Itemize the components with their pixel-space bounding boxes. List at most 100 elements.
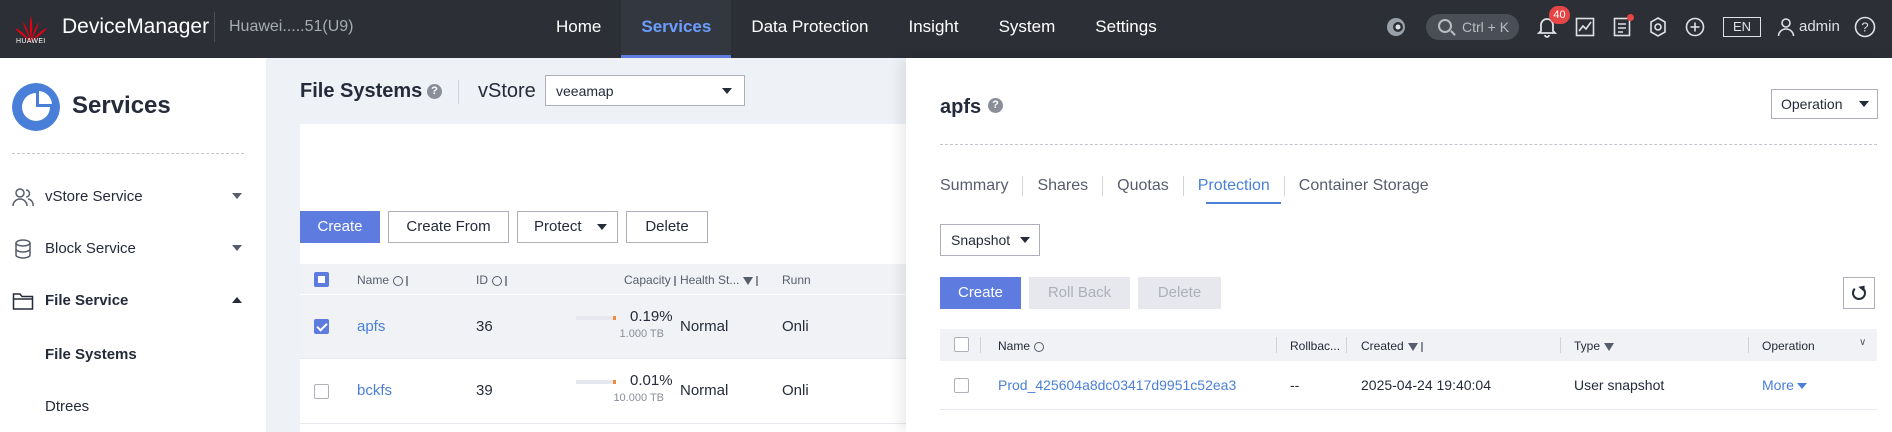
column-capacity[interactable]: Capacity: [624, 273, 684, 287]
language-switch[interactable]: EN: [1723, 17, 1761, 37]
file-system-detail-drawer: apfs ? Operation Summary Shares Quotas P…: [906, 58, 1892, 432]
column-label: Name: [357, 273, 390, 287]
active-tab-indicator: [1206, 202, 1281, 204]
page-header: File Systems ? vStore veeamap: [266, 58, 906, 122]
monitor-chart-icon[interactable]: [1572, 14, 1598, 40]
sidebar-item-vstore-service[interactable]: vStore Service: [0, 177, 266, 217]
nav-services[interactable]: Services: [621, 0, 732, 58]
rollback-button[interactable]: Roll Back: [1029, 277, 1130, 309]
add-circle-icon[interactable]: [1682, 14, 1708, 40]
snapshot-type: User snapshot: [1574, 377, 1665, 393]
delete-snapshot-button[interactable]: Delete: [1138, 277, 1221, 309]
sidebar-subitem-dtrees[interactable]: Dtrees: [45, 398, 89, 415]
refresh-button[interactable]: [1843, 277, 1875, 309]
file-system-name-link[interactable]: bckfs: [357, 382, 392, 399]
svg-text:?: ?: [1861, 20, 1868, 35]
snapshot-rollback-status: --: [1290, 377, 1300, 393]
column-running[interactable]: Runn: [782, 273, 811, 287]
search-icon[interactable]: [393, 275, 404, 286]
help-icon[interactable]: ?: [988, 98, 1003, 113]
protection-type-select[interactable]: Snapshot: [940, 224, 1040, 256]
column-name[interactable]: Name: [998, 339, 1045, 353]
search-icon[interactable]: [492, 275, 502, 286]
sidebar-item-label: vStore Service: [45, 188, 143, 205]
divider: [214, 12, 215, 42]
tab-protection[interactable]: Protection: [1184, 176, 1285, 196]
filter-icon[interactable]: [1604, 342, 1615, 351]
capacity-usage-bar: [576, 316, 616, 320]
column-health[interactable]: Health St...: [680, 273, 766, 287]
sidebar-item-file-service[interactable]: File Service: [0, 281, 266, 321]
chevron-up-icon: [232, 297, 242, 303]
sidebar-item-label: Block Service: [45, 240, 136, 257]
assistant-icon[interactable]: [1383, 14, 1409, 40]
filter-icon[interactable]: [1407, 342, 1418, 351]
help-icon[interactable]: ?: [427, 84, 442, 99]
table-row[interactable]: Prod_425604a8dc03417d9951c52ea3 -- 2025-…: [940, 362, 1877, 410]
search-icon[interactable]: [1034, 341, 1045, 352]
protect-button[interactable]: Protect: [517, 211, 618, 243]
nav-data-protection[interactable]: Data Protection: [731, 0, 888, 58]
table-row[interactable]: bckfs 39 0.01% 10.000 TB Normal Onli: [300, 360, 906, 424]
chevron-down-icon: [232, 193, 242, 199]
column-created[interactable]: Created: [1361, 339, 1431, 353]
column-name[interactable]: Name: [357, 273, 416, 287]
tab-shares[interactable]: Shares: [1023, 176, 1104, 196]
chevron-down-icon: [1796, 383, 1807, 390]
row-checkbox[interactable]: [954, 378, 969, 393]
select-all-checkbox[interactable]: [314, 272, 329, 287]
tab-summary[interactable]: Summary: [940, 176, 1024, 196]
file-system-name-link[interactable]: apfs: [357, 318, 385, 335]
delete-button[interactable]: Delete: [626, 211, 708, 243]
search-shortcut: Ctrl + K: [1462, 19, 1510, 35]
column-label: Health St...: [680, 273, 740, 287]
user-name[interactable]: admin: [1799, 18, 1840, 35]
column-id[interactable]: ID: [476, 273, 515, 287]
top-navigation-bar: HUAWEI DeviceManager Huawei.....51(U9) H…: [0, 0, 1892, 58]
drawer-title: apfs: [940, 96, 982, 118]
row-checkbox[interactable]: [314, 384, 329, 399]
vstore-select[interactable]: veeamap: [545, 75, 745, 106]
operation-dropdown[interactable]: Operation: [1771, 89, 1878, 119]
row-checkbox[interactable]: [314, 319, 329, 334]
snapshot-name-link[interactable]: Prod_425604a8dc03417d9951c52ea3: [998, 377, 1236, 393]
capacity-total: 1.000 TB: [619, 328, 664, 340]
column-settings-icon[interactable]: ∨: [1859, 337, 1866, 348]
users-icon: [12, 188, 34, 207]
nav-insight[interactable]: Insight: [889, 0, 979, 58]
more-actions-button[interactable]: More: [1762, 377, 1807, 393]
filter-icon[interactable]: [743, 276, 754, 285]
nav-settings[interactable]: Settings: [1075, 0, 1176, 58]
detail-tabs: Summary Shares Quotas Protection Contain…: [940, 176, 1443, 206]
table-row[interactable]: apfs 36 0.19% 1.000 TB Normal Onli: [300, 295, 906, 359]
sort-icon[interactable]: [406, 275, 416, 286]
user-icon[interactable]: [1773, 14, 1799, 40]
sort-icon[interactable]: [505, 275, 515, 286]
vstore-label: vStore: [478, 80, 536, 102]
gear-icon[interactable]: [1645, 14, 1671, 40]
column-rollback[interactable]: Rollbac...: [1290, 339, 1340, 353]
nav-home[interactable]: Home: [536, 0, 621, 58]
sidebar-item-block-service[interactable]: Block Service: [0, 229, 266, 269]
nav-system[interactable]: System: [979, 0, 1076, 58]
column-label: Type: [1574, 339, 1601, 353]
select-all-checkbox[interactable]: [954, 337, 969, 352]
sidebar-subitem-file-systems[interactable]: File Systems: [45, 346, 137, 363]
create-snapshot-button[interactable]: Create: [940, 277, 1021, 309]
services-logo-icon: [12, 83, 60, 131]
sort-icon[interactable]: [756, 275, 766, 286]
column-label: ID: [476, 273, 488, 287]
file-systems-panel: File Systems ? vStore veeamap Create Cre…: [266, 58, 906, 432]
help-icon[interactable]: ?: [1852, 14, 1878, 40]
sidebar-title: Services: [72, 92, 171, 119]
sort-icon[interactable]: [1420, 341, 1431, 352]
tab-container-storage[interactable]: Container Storage: [1285, 176, 1443, 196]
create-button[interactable]: Create: [300, 211, 380, 243]
global-search[interactable]: Ctrl + K: [1426, 14, 1519, 40]
capacity-percent: 0.19%: [630, 308, 673, 325]
create-from-button[interactable]: Create From: [388, 211, 509, 243]
column-type[interactable]: Type: [1574, 339, 1615, 353]
protect-label: Protect: [534, 218, 582, 235]
device-name[interactable]: Huawei.....51(U9): [229, 18, 354, 36]
tab-quotas[interactable]: Quotas: [1103, 176, 1184, 196]
